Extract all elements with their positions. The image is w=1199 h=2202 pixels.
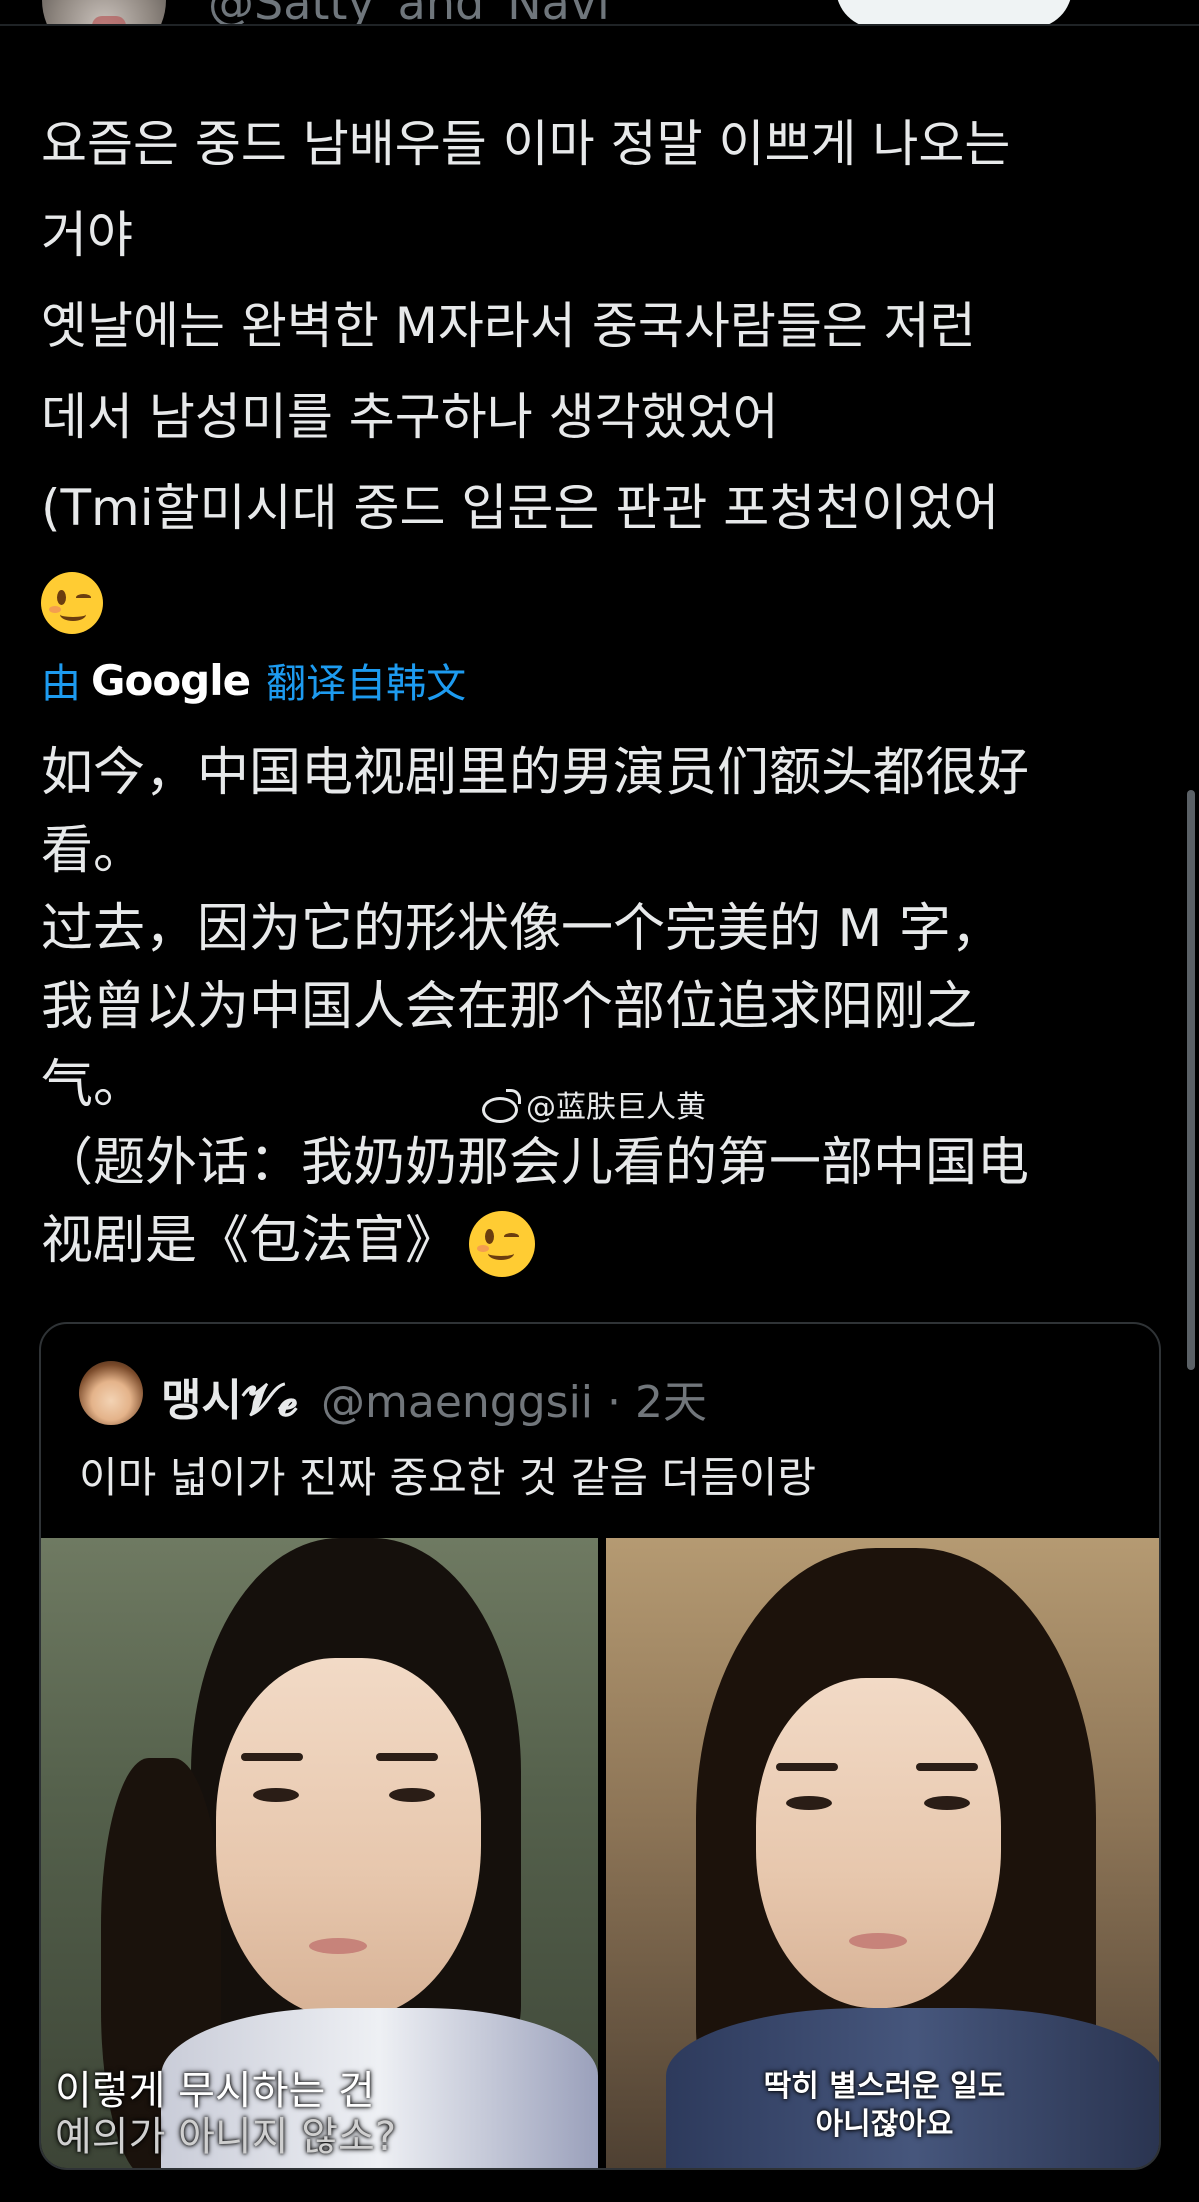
media-image-right[interactable]: 딱히 별스러운 일도 아니잖아요	[606, 1538, 1159, 2168]
lips-shape	[309, 1938, 367, 1954]
author-handle[interactable]: @Satty_and_Navi	[208, 0, 610, 26]
quoted-author-avatar[interactable]	[79, 1361, 143, 1425]
tweet-author-header: @Satty_and_Navi	[0, 0, 1199, 26]
eye-shape	[786, 1796, 832, 1810]
tweet-text-line: 데서 남성미를 추구하나 생각했었어	[41, 388, 779, 446]
google-logo: Google	[91, 655, 251, 705]
weibo-icon	[480, 1089, 521, 1123]
translated-text-line: 视剧是《包法官》	[41, 1211, 458, 1271]
subtitle-line: 아니잖아요	[815, 2107, 954, 2142]
brow-shape	[776, 1763, 838, 1771]
brow-shape	[916, 1763, 978, 1771]
weibo-watermark: @蓝肤巨人黄	[480, 1082, 706, 1126]
subtitle-line: 예의가 아니지 않소?	[55, 2114, 397, 2160]
face-shape	[216, 1658, 481, 2018]
quoted-tweet-text: 이마 넓이가 진짜 중요한 것 같음 더듬이랑	[79, 1453, 816, 1502]
tweet-text-line: 옛날에는 완벽한 M자라서 중국사람들은 저런	[41, 297, 976, 355]
translated-text-line: 如今，中国电视剧里的男演员们额头都很好	[41, 743, 1030, 803]
translated-from-label[interactable]: 翻译自韩文	[266, 651, 466, 709]
image-subtitle: 딱히 별스러운 일도 아니잖아요	[606, 2068, 1159, 2144]
author-avatar[interactable]	[42, 0, 166, 26]
watermark-text: @蓝肤巨人黄	[526, 1090, 706, 1125]
translated-text: 如今，中国电视剧里的男演员们额头都很好 看。 过去，因为它的形状像一个完美的 M…	[41, 734, 1191, 1280]
translated-text-line: （题外话：我奶奶那会儿看的第一部中国电	[41, 1133, 1030, 1193]
quoted-author-name[interactable]: 맹시𝓥𝓮	[161, 1364, 298, 1428]
quoted-author-handle-time: @maenggsii · 2天	[321, 1377, 707, 1428]
translated-text-line-with-emoji: 视剧是《包法官》	[41, 1202, 1191, 1280]
brow-shape	[376, 1753, 438, 1761]
translated-by-prefix: 由	[41, 661, 81, 707]
follow-button[interactable]	[836, 0, 1072, 26]
brow-shape	[241, 1753, 303, 1761]
media-image-left[interactable]: 이렇게 무시하는 건 예의가 아니지 않소?	[41, 1538, 598, 2168]
tweet-emoji-line	[41, 554, 1181, 645]
lips-shape	[849, 1933, 907, 1949]
translated-text-line: 我曾以为中国人会在那个部位追求阳刚之	[41, 977, 978, 1037]
tweet-text-line: (Tmi할미시대 중드 입문은 판관 포청천이었어	[41, 479, 1000, 537]
scrollbar[interactable]	[1187, 790, 1195, 1370]
translated-by-google[interactable]: 由 Google 翻译自韩文	[41, 650, 466, 710]
face-shape	[756, 1678, 1001, 2008]
translated-text-line: 看。	[41, 821, 146, 881]
eye-shape	[924, 1796, 970, 1810]
tweet-text: 요즘은 중드 남배우들 이마 정말 이쁘게 나오는 거야 옛날에는 완벽한 M자…	[41, 99, 1181, 645]
eye-shape	[389, 1788, 435, 1802]
subtitle-line: 이렇게 무시하는 건	[55, 2068, 375, 2114]
translated-text-line: 过去，因为它的形状像一个完美的 M 字，	[41, 899, 1003, 959]
subtitle-line: 딱히 별스러운 일도	[763, 2069, 1006, 2104]
winking-face-icon	[41, 571, 103, 634]
quoted-tweet-card[interactable]: 맹시𝓥𝓮 @maenggsii · 2天 이마 넓이가 진짜 중요한 것 같음 …	[39, 1322, 1161, 2170]
tweet-text-line: 요즘은 중드 남배우들 이마 정말 이쁘게 나오는	[41, 115, 1011, 173]
divider	[0, 24, 1199, 26]
eye-shape	[253, 1788, 299, 1802]
tweet-text-line: 거야	[41, 206, 133, 264]
image-subtitle: 이렇게 무시하는 건 예의가 아니지 않소?	[55, 2068, 396, 2160]
quoted-media-grid: 이렇게 무시하는 건 예의가 아니지 않소? 딱히 별스러운 일도 아니잖아요	[41, 1538, 1159, 2168]
winking-face-icon	[469, 1211, 536, 1277]
